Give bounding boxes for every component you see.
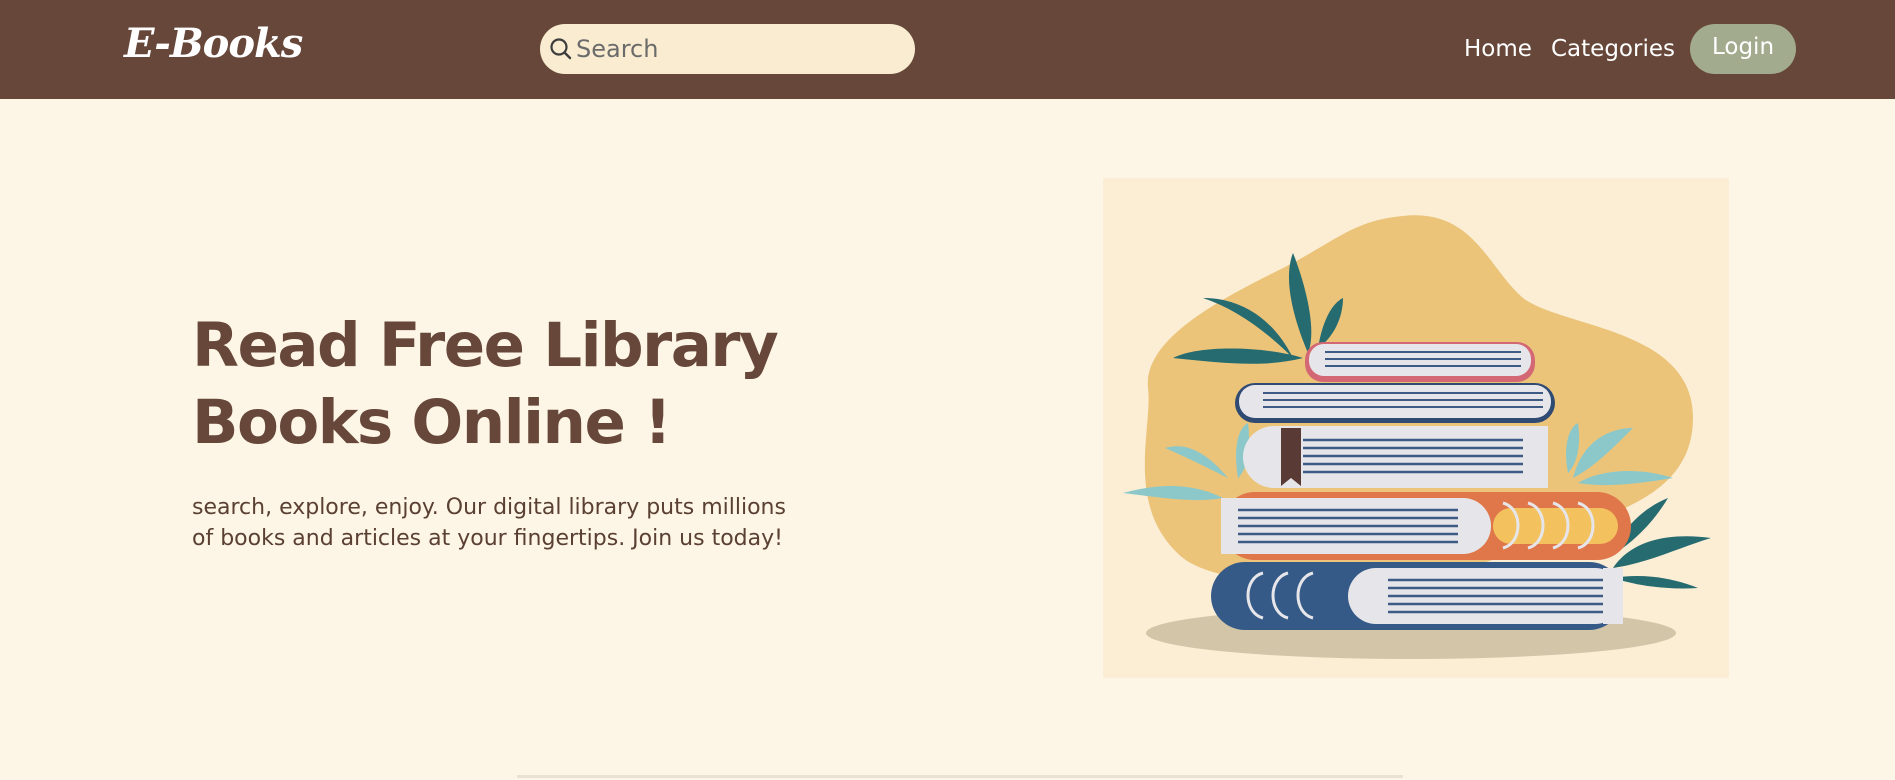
- nav-home-link[interactable]: Home: [1464, 36, 1532, 62]
- navbar: E-Books Home Categories Login: [0, 0, 1895, 99]
- nav-categories-link[interactable]: Categories: [1551, 36, 1675, 62]
- hero-description-line-2: of books and articles at your fingertips…: [192, 526, 783, 551]
- hero-title-line-2: Books Online !: [192, 387, 672, 458]
- section-divider: [517, 775, 1403, 778]
- search-input[interactable]: [576, 24, 906, 74]
- hero-title: Read Free Library Books Online !: [192, 307, 832, 461]
- logo[interactable]: E-Books: [124, 20, 303, 67]
- stack-of-books-illustration: [1123, 215, 1711, 659]
- search-bar[interactable]: [540, 24, 915, 74]
- hero-title-line-1: Read Free Library: [192, 310, 779, 381]
- books-illustration: [1103, 178, 1729, 678]
- search-icon: [550, 38, 572, 60]
- login-button[interactable]: Login: [1690, 24, 1796, 74]
- hero-description: search, explore, enjoy. Our digital libr…: [192, 492, 792, 554]
- hero-description-line-1: search, explore, enjoy. Our digital libr…: [192, 495, 786, 520]
